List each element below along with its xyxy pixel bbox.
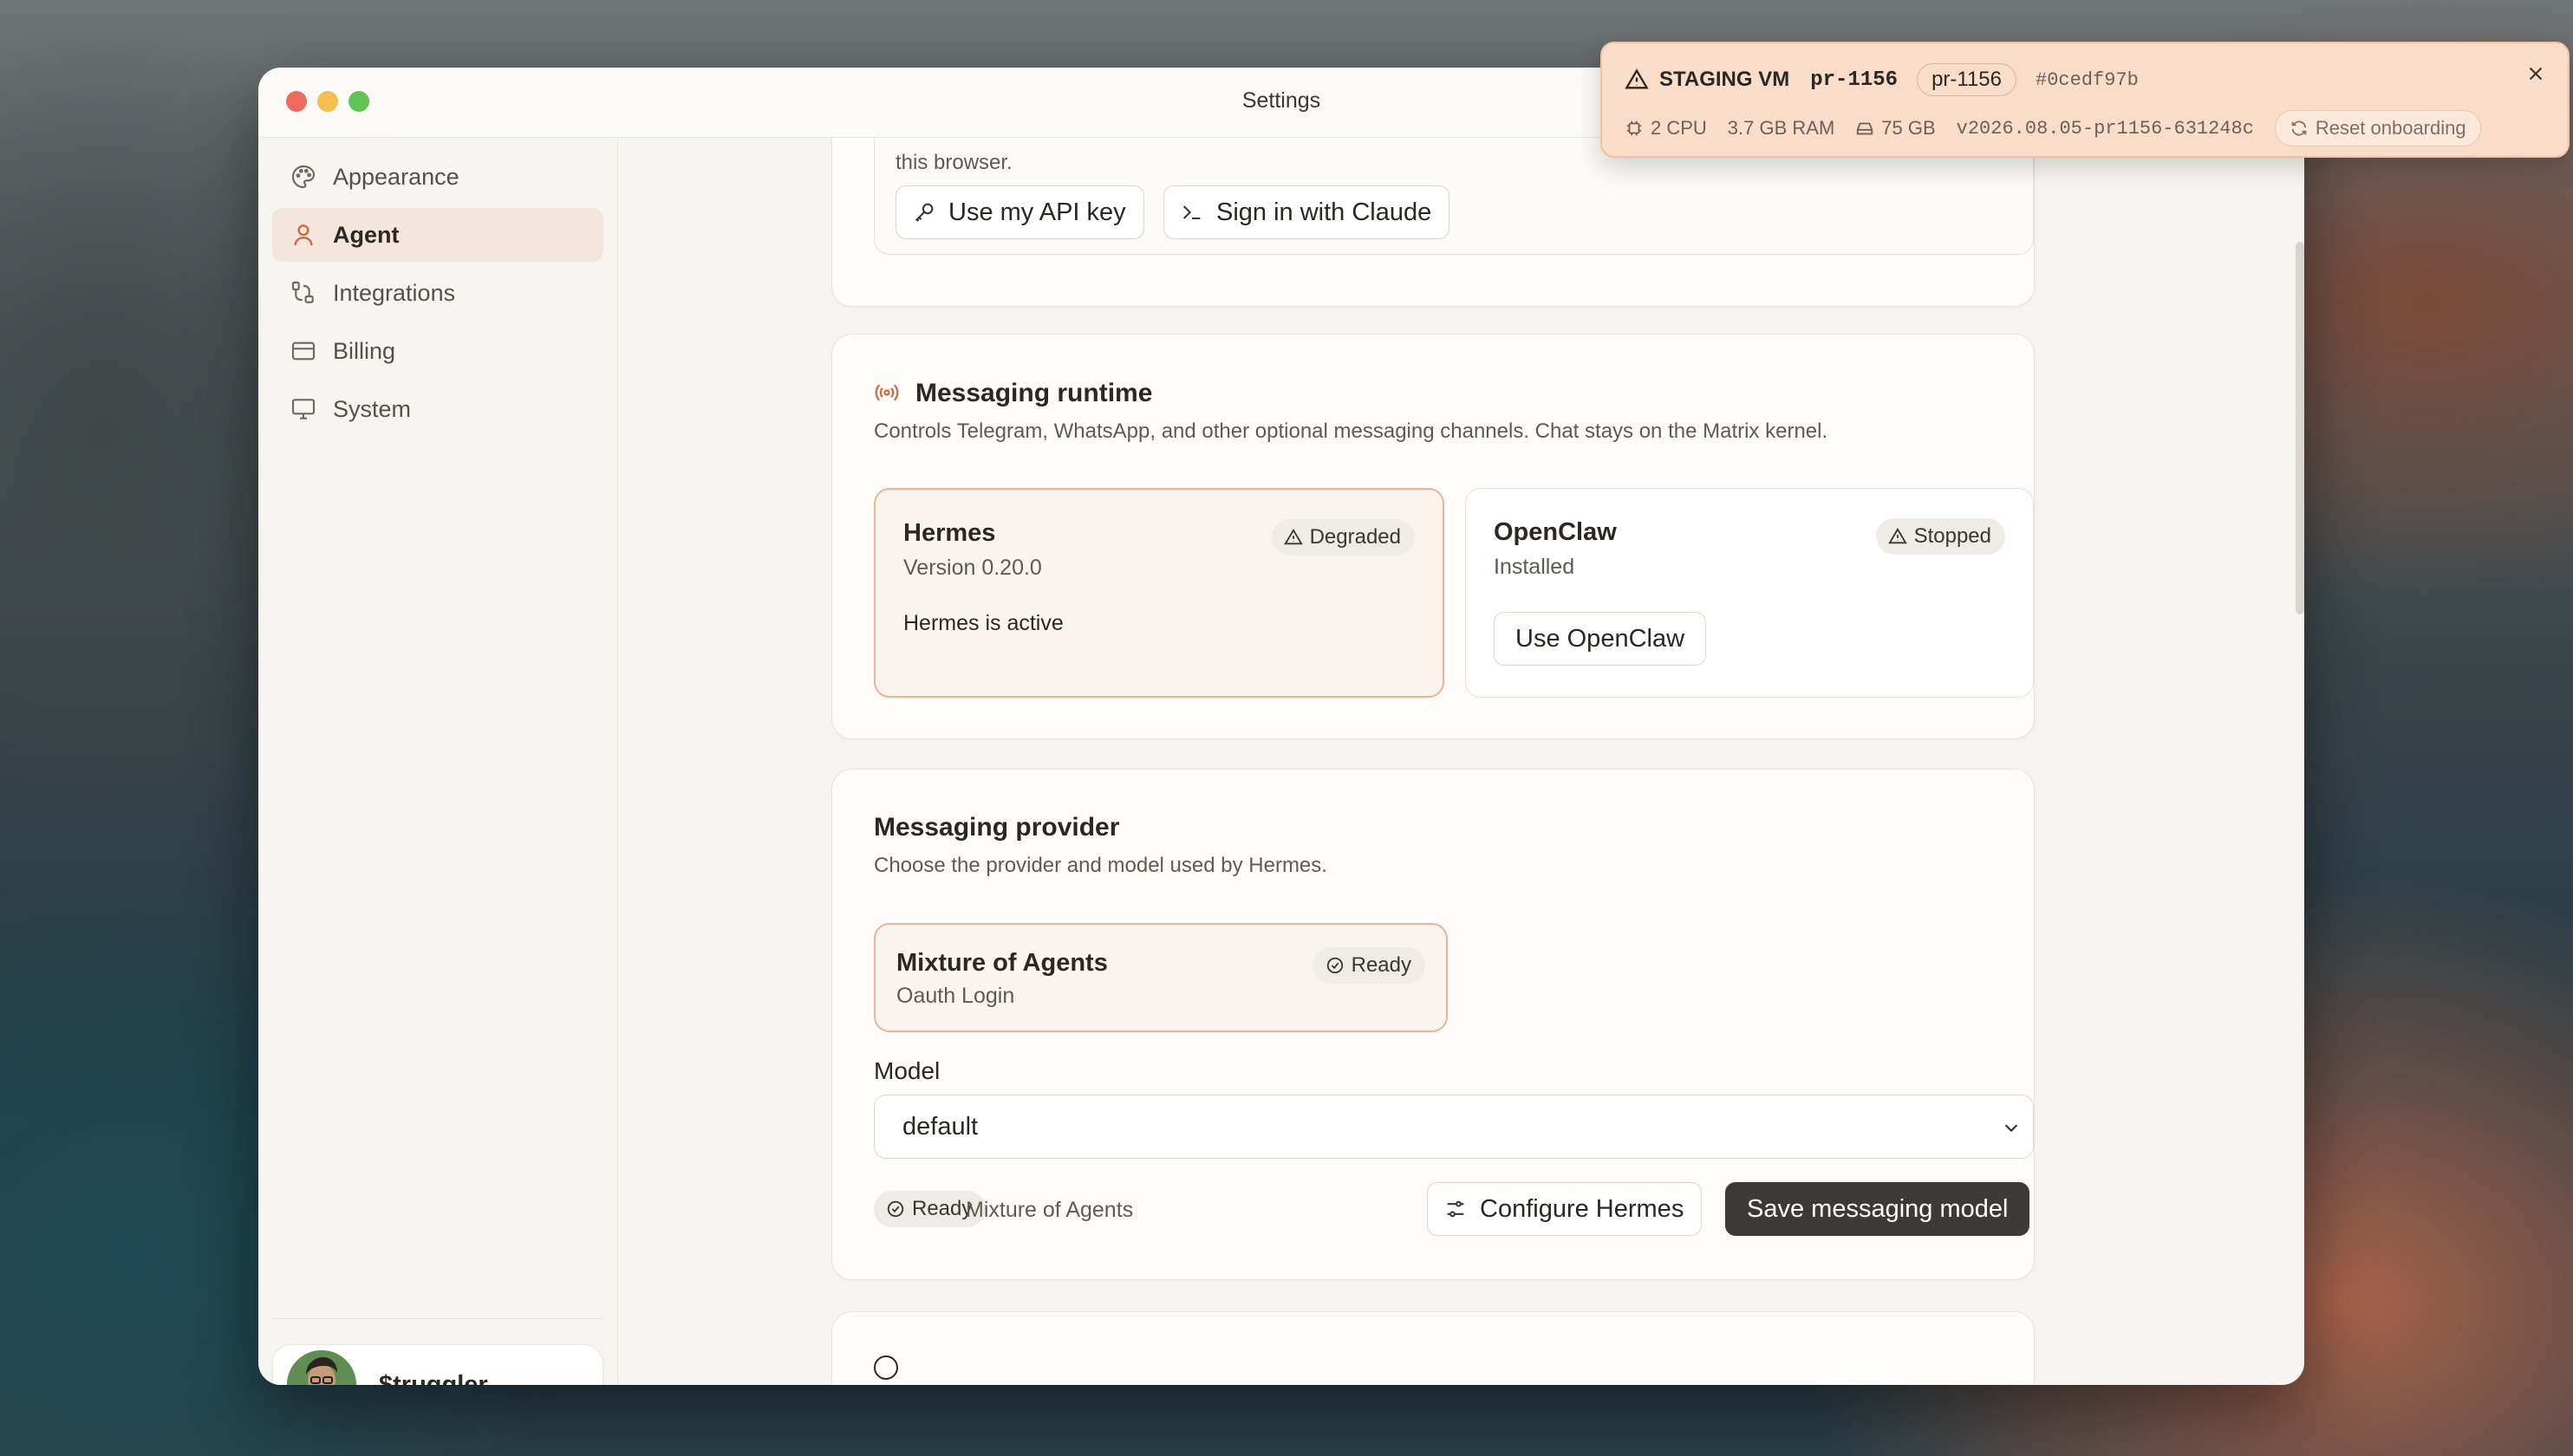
runtime-subtitle: Controls Telegram, WhatsApp, and other o… <box>874 419 1828 443</box>
banner-version: v2026.08.05-pr1156-631248c <box>1956 117 2254 140</box>
avatar <box>287 1350 356 1385</box>
monitor-icon <box>291 399 316 419</box>
check-circle-icon <box>887 1200 904 1218</box>
settings-content: this browser. Use my API key Sign in wit… <box>618 138 2304 1385</box>
sidebar-item-label: Integrations <box>333 279 456 306</box>
ready-badge: Ready <box>1313 947 1425 984</box>
banner-header-row: STAGING VM pr-1156 pr-1156 #0cedf97b <box>1625 62 2139 97</box>
auth-card: this browser. Use my API key Sign in wit… <box>831 138 2035 307</box>
warning-icon <box>1283 528 1303 545</box>
sidebar-item-label: Agent <box>333 221 400 248</box>
settings-window: Settings Appearance Agent Integrations B… <box>258 68 2304 1385</box>
banner-specs-row: 2 CPU 3.7 GB RAM 75 GB v2026.08.05-pr115… <box>1625 110 2481 146</box>
hermes-version: Version 0.20.0 <box>903 556 1042 580</box>
provider-title: Messaging provider <box>874 813 1120 842</box>
sidebar-item-label: Billing <box>333 337 396 364</box>
degraded-badge: Degraded <box>1271 519 1415 556</box>
warning-icon <box>1887 527 1907 544</box>
model-label: Model <box>874 1057 941 1084</box>
openclaw-runtime-option[interactable]: OpenClaw Installed Stopped Use OpenClaw <box>1465 488 2034 698</box>
save-messaging-model-button[interactable]: Save messaging model <box>1725 1182 2030 1236</box>
messaging-runtime-card: Messaging runtime Controls Telegram, Wha… <box>831 334 2035 739</box>
staging-vm-banner: STAGING VM pr-1156 pr-1156 #0cedf97b 2 C… <box>1600 42 2570 158</box>
cpu-icon <box>1626 120 1642 136</box>
stopped-badge: Stopped <box>1875 518 2005 555</box>
footer-ready-label: Ready <box>912 1197 973 1220</box>
sidebar: Appearance Agent Integrations Billing Sy… <box>258 138 618 1385</box>
sidebar-item-label: System <box>333 395 412 422</box>
use-openclaw-label: Use OpenClaw <box>1515 624 1685 653</box>
messaging-provider-card: Messaging provider Choose the provider a… <box>831 769 2035 1280</box>
banner-pr-pill: pr-1156 <box>1917 63 2017 96</box>
sidebar-item-agent[interactable]: Agent <box>272 208 603 262</box>
reset-onboarding-button[interactable]: Reset onboarding <box>2274 110 2481 146</box>
banner-pr-pill-label: pr-1156 <box>1931 68 2003 91</box>
stopped-label: Stopped <box>1913 524 1991 548</box>
sidebar-item-appearance[interactable]: Appearance <box>272 150 603 204</box>
openclaw-status: Installed <box>1494 555 1575 579</box>
sign-in-with-claude-label: Sign in with Claude <box>1216 198 1432 226</box>
scrollbar[interactable] <box>2296 242 2304 614</box>
provider-option-mixture-of-agents[interactable]: Mixture of Agents Oauth Login Ready <box>874 923 1448 1032</box>
model-select-value: default <box>902 1112 979 1141</box>
person-icon <box>294 224 313 246</box>
user-name: $truggler <box>379 1370 488 1386</box>
key-icon <box>915 203 934 222</box>
banner-cpu: 2 CPU <box>1651 117 1707 139</box>
use-api-key-button[interactable]: Use my API key <box>896 185 1144 239</box>
disk-icon <box>1857 122 1873 135</box>
auth-description: this browser. <box>896 151 1013 174</box>
user-profile-button[interactable]: $truggler <box>272 1344 603 1385</box>
identity-icon <box>874 1355 898 1380</box>
provider-name: Mixture of Agents <box>896 949 1108 977</box>
use-openclaw-button[interactable]: Use OpenClaw <box>1494 612 1707 666</box>
degraded-label: Degraded <box>1309 525 1401 549</box>
integrations-icon <box>291 281 314 303</box>
refresh-icon <box>2291 120 2307 136</box>
banner-pr: pr-1156 <box>1810 68 1899 92</box>
identity-card <box>831 1311 2035 1385</box>
sliders-icon <box>1447 1200 1464 1218</box>
warning-icon <box>1625 68 1649 89</box>
broadcast-icon <box>875 384 899 401</box>
openclaw-name: OpenClaw <box>1494 518 1617 546</box>
banner-commit: #0cedf97b <box>2036 68 2139 91</box>
hermes-runtime-option[interactable]: Hermes Version 0.20.0 Hermes is active D… <box>874 488 1444 698</box>
sign-in-with-claude-button[interactable]: Sign in with Claude <box>1163 185 1450 239</box>
runtime-title: Messaging runtime <box>915 379 1153 407</box>
provider-auth-type: Oauth Login <box>896 984 1015 1008</box>
sidebar-item-billing[interactable]: Billing <box>272 324 603 378</box>
use-api-key-label: Use my API key <box>948 198 1126 226</box>
sidebar-item-integrations[interactable]: Integrations <box>272 266 603 320</box>
sidebar-item-system[interactable]: System <box>272 382 603 436</box>
terminal-icon <box>1182 205 1201 220</box>
configure-hermes-label: Configure Hermes <box>1480 1194 1684 1223</box>
credit-card-icon <box>291 341 316 361</box>
sidebar-divider <box>272 1318 603 1319</box>
save-messaging-model-label: Save messaging model <box>1747 1194 2009 1223</box>
model-select[interactable]: default <box>874 1095 2034 1159</box>
banner-ram: 3.7 GB RAM <box>1727 117 1835 139</box>
hermes-status-text: Hermes is active <box>903 611 1064 635</box>
sidebar-item-label: Appearance <box>333 163 459 190</box>
banner-title: STAGING VM <box>1659 68 1790 91</box>
hermes-name: Hermes <box>903 519 996 547</box>
palette-icon <box>291 165 316 189</box>
chevron-down-icon <box>2004 1124 2018 1133</box>
footer-provider-name: Mixture of Agents <box>966 1198 1134 1222</box>
banner-disk: 75 GB <box>1881 117 1936 139</box>
configure-hermes-button[interactable]: Configure Hermes <box>1427 1182 1703 1236</box>
provider-subtitle: Choose the provider and model used by He… <box>874 854 1327 877</box>
ready-label: Ready <box>1351 953 1411 977</box>
reset-onboarding-label: Reset onboarding <box>2315 117 2466 139</box>
check-circle-icon <box>1326 957 1343 974</box>
close-icon[interactable] <box>2524 62 2547 85</box>
